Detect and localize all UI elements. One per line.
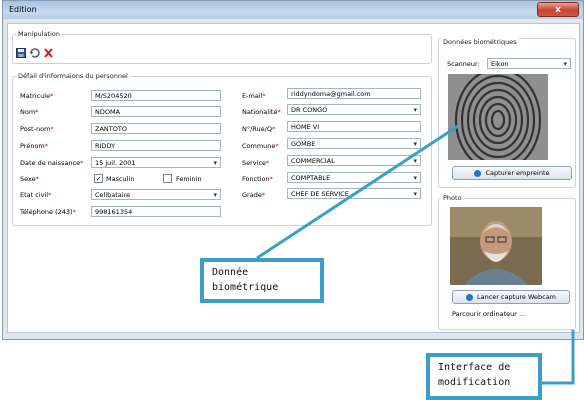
callout-biometric-line1: Donnée — [212, 267, 249, 278]
callout-interface-line2: modification — [438, 377, 511, 388]
annotation-arrows — [256, 124, 575, 385]
callout-biometric: Donnée biométrique — [200, 258, 324, 303]
callout-interface-line1: Interface de — [438, 362, 511, 373]
callout-biometric-line2: biométrique — [212, 282, 279, 293]
callout-interface: Interface de modification — [426, 353, 542, 400]
